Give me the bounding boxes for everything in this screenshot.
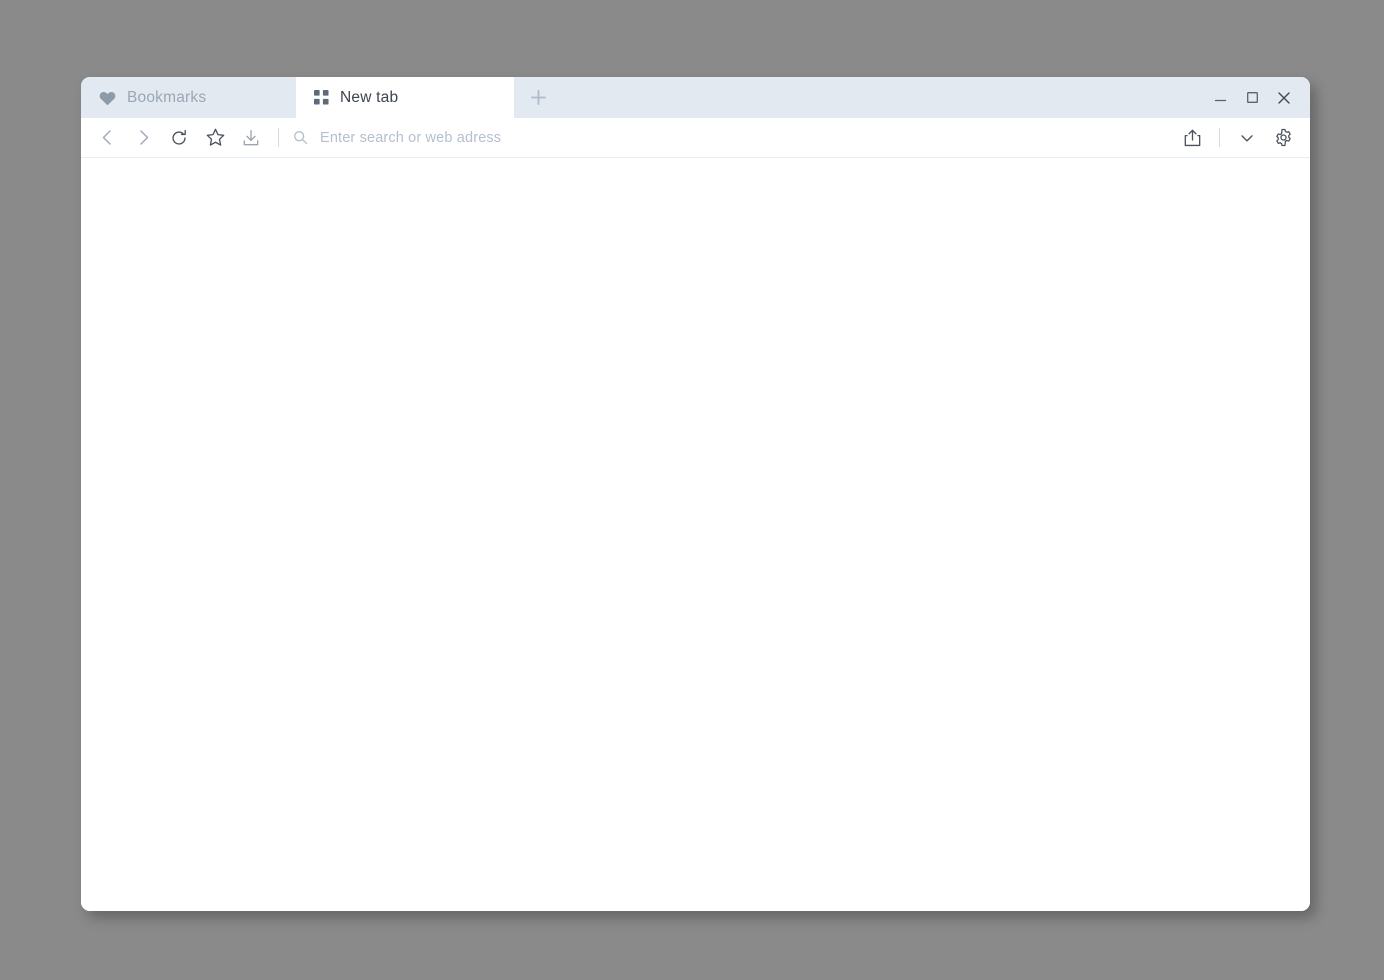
browser-toolbar bbox=[81, 118, 1310, 158]
chevron-down-icon bbox=[1241, 134, 1253, 142]
window-controls bbox=[1204, 77, 1310, 118]
search-icon bbox=[293, 130, 308, 145]
tab-strip: Bookmarks New tab bbox=[81, 77, 1310, 118]
share-button[interactable] bbox=[1174, 120, 1210, 156]
minimize-button[interactable] bbox=[1204, 77, 1236, 118]
plus-icon bbox=[530, 89, 547, 106]
search-input[interactable] bbox=[320, 129, 1174, 146]
settings-button[interactable] bbox=[1265, 120, 1301, 156]
more-button[interactable] bbox=[1229, 120, 1265, 156]
tab-new-tab[interactable]: New tab bbox=[296, 77, 514, 118]
tab-bookmarks[interactable]: Bookmarks bbox=[81, 77, 296, 118]
back-button[interactable] bbox=[89, 120, 125, 156]
forward-button[interactable] bbox=[125, 120, 161, 156]
grid-icon bbox=[314, 90, 329, 105]
share-icon bbox=[1184, 129, 1200, 146]
gear-icon bbox=[1275, 128, 1291, 147]
browser-window: Bookmarks New tab bbox=[81, 77, 1310, 911]
close-icon bbox=[1278, 91, 1290, 104]
tab-label-bookmarks: Bookmarks bbox=[127, 88, 207, 106]
star-icon bbox=[206, 128, 224, 146]
bookmark-button[interactable] bbox=[197, 120, 233, 156]
desktop-background: Bookmarks New tab bbox=[0, 0, 1384, 980]
chevron-right-icon bbox=[139, 130, 148, 145]
omnibox[interactable] bbox=[288, 120, 1174, 156]
close-button[interactable] bbox=[1268, 77, 1300, 118]
tab-strip-spacer bbox=[562, 77, 1204, 118]
page-content-area bbox=[81, 158, 1310, 911]
maximize-icon bbox=[1246, 92, 1258, 103]
heart-icon bbox=[99, 90, 116, 106]
maximize-button[interactable] bbox=[1236, 77, 1268, 118]
chevron-left-icon bbox=[102, 130, 111, 145]
minimize-icon bbox=[1214, 99, 1226, 102]
toolbar-right-actions bbox=[1174, 120, 1310, 156]
download-icon bbox=[243, 129, 259, 145]
new-tab-button[interactable] bbox=[514, 77, 562, 118]
download-button[interactable] bbox=[233, 120, 269, 156]
navigation-buttons bbox=[81, 120, 288, 156]
toolbar-divider-left bbox=[278, 128, 279, 147]
reload-button[interactable] bbox=[161, 120, 197, 156]
toolbar-divider-right bbox=[1219, 128, 1220, 147]
tab-label-new-tab: New tab bbox=[340, 88, 399, 106]
reload-icon bbox=[172, 129, 186, 145]
